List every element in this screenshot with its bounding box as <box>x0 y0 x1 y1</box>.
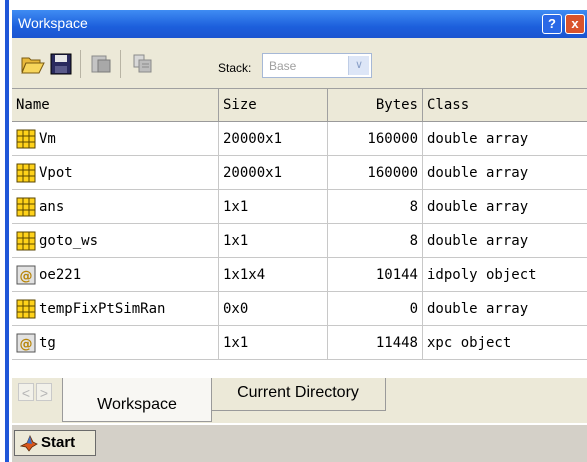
object-icon: @ <box>16 333 36 353</box>
workspace-window: Workspace ? x Stack: Base ∨ Name Size By… <box>0 0 587 462</box>
variable-name: tg <box>39 335 56 351</box>
chevron-left-icon[interactable]: < <box>18 383 34 401</box>
window-title: Workspace <box>18 15 88 31</box>
cell-size: 20000x1 <box>219 156 328 190</box>
window-left-edge <box>0 0 12 462</box>
cell-bytes: 11448 <box>328 326 423 360</box>
matrix-icon <box>16 299 36 319</box>
table-row[interactable]: Vm 20000x1 160000 double array <box>12 122 587 156</box>
cell-bytes: 8 <box>328 224 423 258</box>
import-data-icon[interactable] <box>88 52 114 76</box>
start-button[interactable]: Start <box>14 430 96 456</box>
table-row[interactable]: goto_ws 1x1 8 double array <box>12 224 587 258</box>
tab-workspace[interactable]: Workspace <box>62 378 212 422</box>
print-icon[interactable] <box>130 52 156 76</box>
cell-class: double array <box>423 224 587 258</box>
cell-size: 1x1 <box>219 190 328 224</box>
column-header-name[interactable]: Name <box>12 89 219 121</box>
cell-bytes: 160000 <box>328 122 423 156</box>
variable-name: Vm <box>39 131 56 147</box>
open-folder-icon[interactable] <box>20 52 46 76</box>
table-row[interactable]: @ tg 1x1 11448 xpc object <box>12 326 587 360</box>
chevron-down-icon[interactable]: ∨ <box>348 56 369 75</box>
cell-class: double array <box>423 156 587 190</box>
toolbar: Stack: Base ∨ <box>12 38 587 88</box>
table-row[interactable]: Vpot 20000x1 160000 double array <box>12 156 587 190</box>
variable-name: ans <box>39 199 65 215</box>
cell-name: ans <box>12 190 219 224</box>
chevron-right-icon[interactable]: > <box>36 383 52 401</box>
cell-name: @ tg <box>12 326 219 360</box>
variable-name: oe221 <box>39 267 82 283</box>
close-button[interactable]: x <box>565 14 585 34</box>
cell-size: 1x1x4 <box>219 258 328 292</box>
title-bar[interactable]: Workspace ? x <box>12 10 587 38</box>
cell-bytes: 8 <box>328 190 423 224</box>
matrix-icon <box>16 163 36 183</box>
start-label: Start <box>41 434 76 451</box>
stack-value: Base <box>269 59 297 73</box>
cell-class: double array <box>423 122 587 156</box>
table-row[interactable]: tempFixPtSimRan 0x0 0 double array <box>12 292 587 326</box>
variable-name: Vpot <box>39 165 73 181</box>
variable-name: goto_ws <box>39 233 99 249</box>
cell-size: 1x1 <box>219 326 328 360</box>
cell-name: Vpot <box>12 156 219 190</box>
status-bar: Start <box>12 423 587 462</box>
cell-name: @ oe221 <box>12 258 219 292</box>
cell-bytes: 10144 <box>328 258 423 292</box>
cell-class: idpoly object <box>423 258 587 292</box>
cell-size: 0x0 <box>219 292 328 326</box>
table-row[interactable]: @ oe221 1x1x4 10144 idpoly object <box>12 258 587 292</box>
column-header-bytes[interactable]: Bytes <box>328 89 423 121</box>
cell-class: double array <box>423 292 587 326</box>
cell-bytes: 160000 <box>328 156 423 190</box>
cell-bytes: 0 <box>328 292 423 326</box>
cell-class: xpc object <box>423 326 587 360</box>
cell-size: 20000x1 <box>219 122 328 156</box>
tab-current-directory[interactable]: Current Directory <box>210 378 386 411</box>
column-header-size[interactable]: Size <box>219 89 328 121</box>
matrix-icon <box>16 231 36 251</box>
column-header-class[interactable]: Class <box>423 89 587 121</box>
workspace-table: Name Size Bytes Class Vm 20000x1 160000 … <box>12 88 587 379</box>
cell-name: Vm <box>12 122 219 156</box>
variable-name: tempFixPtSimRan <box>39 301 166 317</box>
table-row[interactable]: ans 1x1 8 double array <box>12 190 587 224</box>
tab-bar: < > Current Directory Workspace <box>12 378 587 423</box>
cell-name: tempFixPtSimRan <box>12 292 219 326</box>
cell-class: double array <box>423 190 587 224</box>
stack-label: Stack: <box>218 61 252 75</box>
matlab-logo-icon <box>20 435 38 452</box>
help-button[interactable]: ? <box>542 14 562 34</box>
toolbar-separator <box>80 50 81 78</box>
matrix-icon <box>16 129 36 149</box>
save-icon[interactable] <box>48 52 74 76</box>
svg-text:@: @ <box>20 337 33 352</box>
cell-size: 1x1 <box>219 224 328 258</box>
svg-text:@: @ <box>20 269 33 284</box>
table-header: Name Size Bytes Class <box>12 89 587 122</box>
matrix-icon <box>16 197 36 217</box>
object-icon: @ <box>16 265 36 285</box>
toolbar-separator <box>120 50 121 78</box>
stack-dropdown[interactable]: Base ∨ <box>262 53 372 78</box>
cell-name: goto_ws <box>12 224 219 258</box>
